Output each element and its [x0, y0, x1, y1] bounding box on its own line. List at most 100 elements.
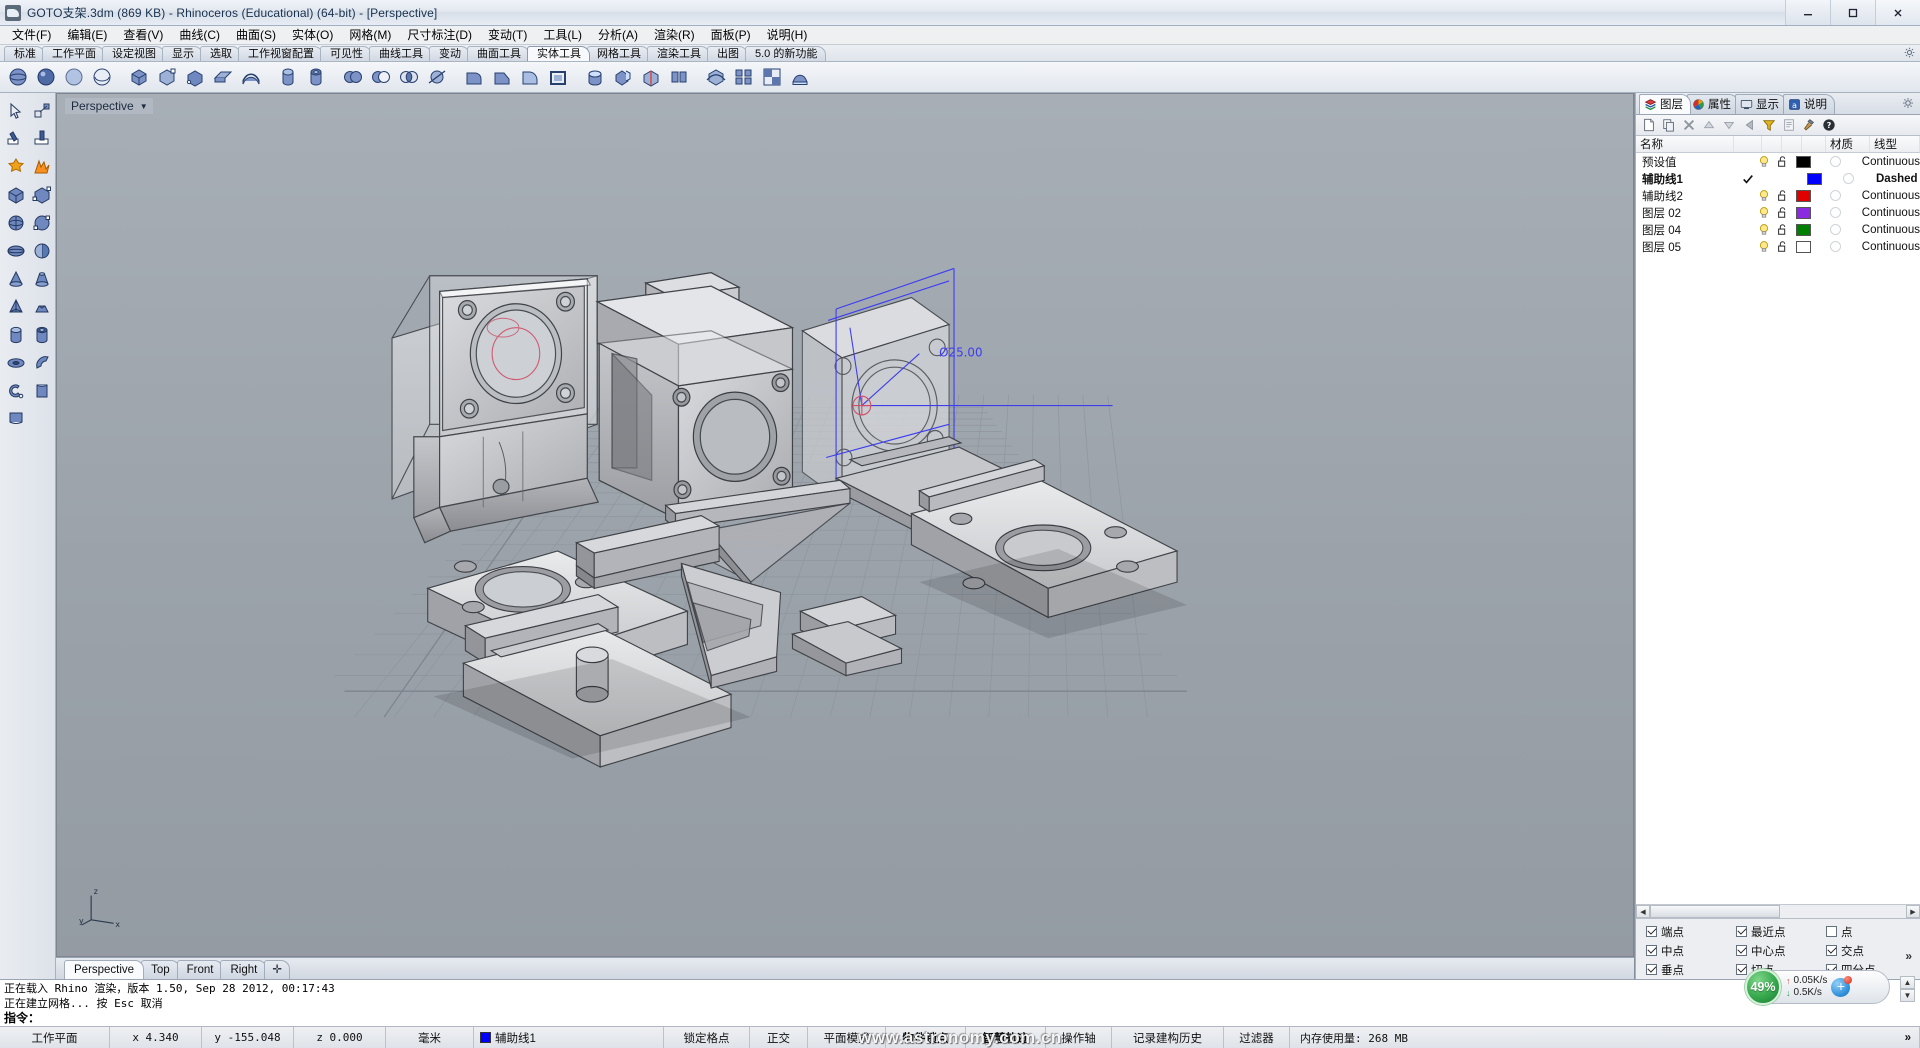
toolbar-icon-boolean-difference[interactable]	[368, 64, 394, 90]
osnap-intersection[interactable]: 交点	[1826, 941, 1916, 960]
table-row[interactable]: 预设值 Continuous	[1636, 153, 1920, 170]
osnap-point-checkbox[interactable]	[1826, 926, 1837, 937]
osnap-mid-checkbox[interactable]	[1646, 945, 1657, 956]
layer-material-swatch[interactable]	[1815, 187, 1856, 204]
move-layer-back-icon[interactable]	[1739, 116, 1758, 134]
status-toggle-filter[interactable]: 过滤器	[1224, 1027, 1290, 1048]
toolbar-tab-visibility[interactable]: 可见性	[320, 46, 372, 61]
toolbar-tab-viewlayout[interactable]: 工作视窗配置	[238, 46, 323, 61]
menu-panels[interactable]: 面板(P)	[703, 27, 759, 44]
layer-material-swatch[interactable]	[1815, 204, 1856, 221]
toolbar-icon-fillet-edge[interactable]	[461, 64, 487, 90]
layer-linetype[interactable]: Dashed	[1870, 170, 1920, 187]
toolbar-tab-whatsnew[interactable]: 5.0 的新功能	[745, 46, 827, 61]
table-row[interactable]: 图层 05 Continuous	[1636, 238, 1920, 255]
osnap-intersection-checkbox[interactable]	[1826, 945, 1837, 956]
tool-select-window-icon[interactable]	[29, 97, 55, 125]
tool-truncated-pyramid-icon[interactable]	[29, 293, 55, 321]
toolbar-icon-merge-faces[interactable]	[666, 64, 692, 90]
layer-current-mark[interactable]	[1728, 204, 1754, 221]
command-prompt[interactable]: 指令：	[4, 1011, 1916, 1026]
layer-name[interactable]: 辅助线1	[1636, 170, 1734, 187]
menu-tools[interactable]: 工具(L)	[535, 27, 590, 44]
status-toggle-planar[interactable]: 平面模式	[808, 1027, 886, 1048]
table-row[interactable]: 辅助线2 Continuous	[1636, 187, 1920, 204]
layer-visibility-bulb-icon[interactable]	[1755, 187, 1774, 204]
osnap-near-checkbox[interactable]	[1736, 926, 1747, 937]
toolbar-icon-sphere-tech[interactable]	[89, 64, 115, 90]
osnap-near[interactable]: 最近点	[1736, 922, 1826, 941]
viewport-tab-top[interactable]: Top	[141, 960, 180, 979]
tool-select-arrow-icon[interactable]	[3, 97, 29, 125]
toolbar-tab-rendertools[interactable]: 渲染工具	[647, 46, 710, 61]
layer-linetype[interactable]: Continuous	[1856, 187, 1920, 204]
layer-color-swatch[interactable]	[1792, 238, 1815, 255]
scroll-up-down-buttons[interactable]: ▲ ▼	[1900, 976, 1915, 1002]
layer-visibility-bulb-icon[interactable]	[1755, 204, 1774, 221]
toolbar-icon-box-corner[interactable]	[154, 64, 180, 90]
layer-material-swatch[interactable]	[1826, 170, 1870, 187]
scroll-left-button[interactable]: ◀	[1636, 905, 1650, 918]
layer-lock-icon[interactable]	[1782, 170, 1802, 187]
viewport-tab-add-button[interactable]: ✛	[264, 960, 290, 979]
toolbar-tab-curvetools[interactable]: 曲线工具	[369, 46, 432, 61]
toolbar-icon-box[interactable]	[126, 64, 152, 90]
status-current-layer[interactable]: 辅助线1	[474, 1027, 664, 1048]
layer-tools-hammer-icon[interactable]	[1799, 116, 1818, 134]
layer-color-swatch[interactable]	[1792, 204, 1815, 221]
layer-linetype[interactable]: Continuous	[1856, 221, 1920, 238]
delete-layer-icon[interactable]	[1679, 116, 1698, 134]
toolbar-icon-checker-pattern[interactable]	[759, 64, 785, 90]
scroll-up-button[interactable]: ▲	[1900, 976, 1915, 989]
toolbar-icon-extract-surface[interactable]	[610, 64, 636, 90]
osnap-end[interactable]: 端点	[1646, 922, 1736, 941]
tool-spiral-solid-icon[interactable]	[3, 377, 29, 405]
table-row[interactable]: 辅助线1 Dashed	[1636, 170, 1920, 187]
tool-extrude-solid-icon[interactable]	[29, 377, 55, 405]
layer-linetype[interactable]: Continuous	[1856, 153, 1920, 170]
tool-cylinder-icon[interactable]	[3, 321, 29, 349]
toolbar-icon-sphere-ghosted[interactable]	[61, 64, 87, 90]
menu-mesh[interactable]: 网格(M)	[341, 27, 399, 44]
tool-cone-icon[interactable]	[3, 265, 29, 293]
toolbar-tab-setview[interactable]: 设定视图	[102, 46, 165, 61]
tool-torus-icon[interactable]	[3, 349, 29, 377]
scroll-right-button[interactable]: ▶	[1906, 905, 1920, 918]
menu-dimension[interactable]: 尺寸标注(D)	[399, 27, 480, 44]
layer-name[interactable]: 辅助线2	[1636, 187, 1728, 204]
toolbar-icon-array-polar[interactable]	[731, 64, 757, 90]
toolbar-icon-extrude-planar[interactable]	[210, 64, 236, 90]
layer-properties-icon[interactable]	[1779, 116, 1798, 134]
table-row[interactable]: 图层 02 Continuous	[1636, 204, 1920, 221]
layer-color-swatch[interactable]	[1792, 153, 1815, 170]
tool-pipe-icon[interactable]	[29, 349, 55, 377]
scrollbar-thumb[interactable]	[1650, 905, 1780, 918]
tool-sphere-icon[interactable]	[3, 209, 29, 237]
toolbar-icon-box-3point[interactable]	[182, 64, 208, 90]
move-layer-down-icon[interactable]	[1719, 116, 1738, 134]
status-toggle-smarttrack[interactable]: 智慧轨迹	[966, 1027, 1046, 1048]
menu-solid[interactable]: 实体(O)	[284, 27, 341, 44]
layer-color-swatch[interactable]	[1792, 221, 1815, 238]
filter-icon[interactable]	[1759, 116, 1778, 134]
toolbar-tab-drafting[interactable]: 出图	[707, 46, 748, 61]
layer-lock-icon[interactable]	[1773, 221, 1792, 238]
layer-lock-icon[interactable]	[1773, 187, 1792, 204]
close-button[interactable]	[1875, 0, 1920, 25]
tool-truncated-cone-icon[interactable]	[29, 265, 55, 293]
panel-options-gear-icon[interactable]	[1902, 97, 1914, 109]
move-layer-up-icon[interactable]	[1699, 116, 1718, 134]
layer-color-swatch[interactable]	[1802, 170, 1826, 187]
scrollbar-track[interactable]	[1650, 905, 1906, 918]
layer-name[interactable]: 图层 04	[1636, 221, 1728, 238]
toolbar-icon-cylinder[interactable]	[275, 64, 301, 90]
toolbar-icon-cap-holes[interactable]	[582, 64, 608, 90]
osnap-more-button[interactable]: »	[1905, 949, 1912, 963]
toolbar-icon-wirecut[interactable]	[703, 64, 729, 90]
menu-file[interactable]: 文件(F)	[4, 27, 59, 44]
status-toggle-history[interactable]: 记录建构历史	[1112, 1027, 1224, 1048]
toolbar-tab-meshtools[interactable]: 网格工具	[587, 46, 650, 61]
layer-current-mark[interactable]	[1734, 170, 1762, 187]
scroll-down-button[interactable]: ▼	[1900, 989, 1915, 1002]
network-speed-widget[interactable]: 49% ↑ 0.05K/s ↓ 0.5K/s +	[1745, 969, 1890, 1005]
